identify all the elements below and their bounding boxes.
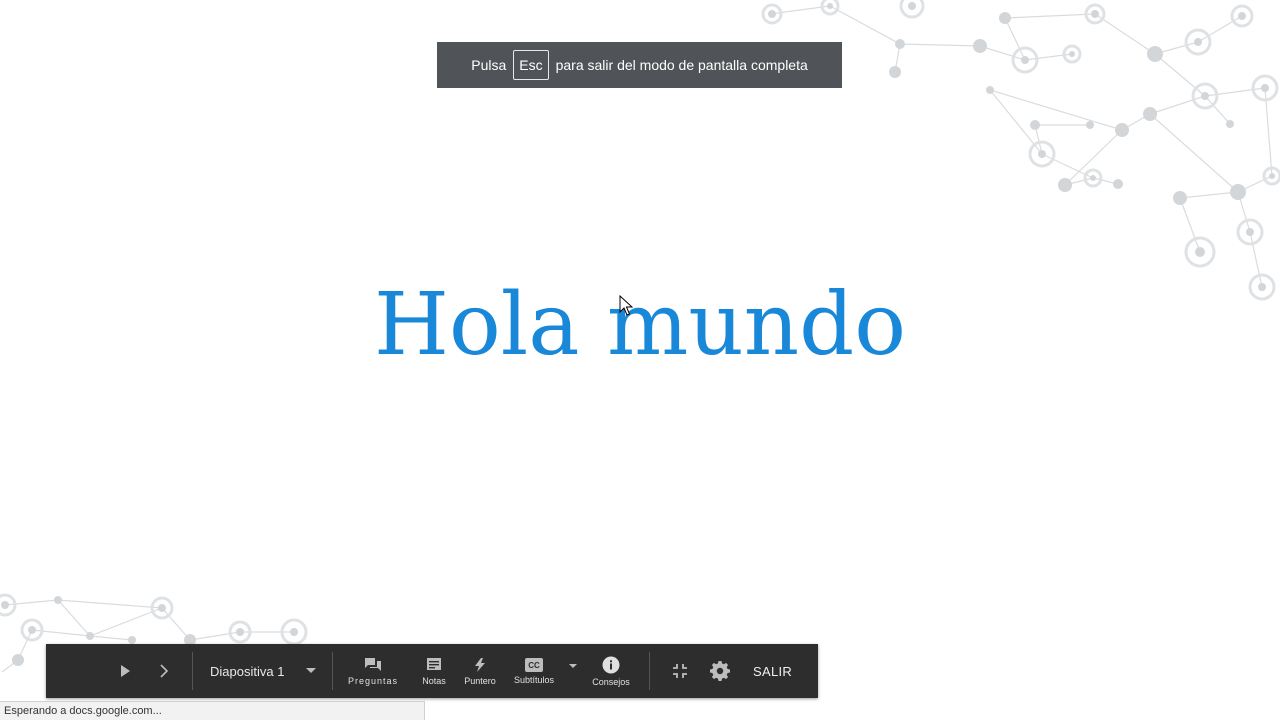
- exit-fullscreen-button[interactable]: [650, 664, 710, 678]
- captions-button[interactable]: CC Subtítulos: [500, 657, 568, 685]
- captions-label: Subtítulos: [513, 674, 555, 685]
- slide-canvas: Hola mundo: [0, 0, 1280, 720]
- dropdown-arrow-icon: [569, 663, 577, 668]
- tips-label: Consejos: [592, 676, 630, 687]
- play-button[interactable]: [108, 664, 142, 678]
- settings-button[interactable]: [710, 661, 730, 681]
- presenter-toolbar: Diapositiva 1 Preguntas Notas Puntero CC: [46, 644, 818, 698]
- fullscreen-exit-banner: Pulsa Esc para salir del modo de pantall…: [437, 42, 842, 88]
- esc-key-hint: Esc: [513, 50, 549, 80]
- exit-fullscreen-icon: [673, 664, 687, 678]
- slide-selector-label: Diapositiva 1: [210, 663, 285, 679]
- pointer-button[interactable]: Puntero: [460, 657, 500, 686]
- tips-button[interactable]: Consejos: [581, 656, 641, 687]
- exit-presentation-button[interactable]: SALIR: [753, 664, 792, 679]
- gear-icon: [710, 661, 730, 681]
- banner-suffix: para salir del modo de pantalla completa: [555, 57, 808, 73]
- notes-icon: [427, 657, 441, 670]
- questions-button[interactable]: Preguntas: [338, 657, 408, 686]
- svg-text:CC: CC: [528, 661, 540, 670]
- dropdown-arrow-icon: [306, 668, 317, 673]
- notes-label: Notas: [422, 675, 446, 686]
- banner-prefix: Pulsa: [471, 57, 507, 73]
- questions-label: Preguntas: [347, 675, 399, 686]
- notes-button[interactable]: Notas: [408, 657, 460, 686]
- chevron-right-icon: [160, 664, 169, 678]
- divider: [192, 652, 193, 690]
- play-icon: [121, 665, 130, 677]
- slide-selector[interactable]: Diapositiva 1: [210, 664, 332, 679]
- mouse-cursor-icon: [619, 295, 633, 316]
- divider: [332, 652, 333, 690]
- questions-icon: [365, 657, 381, 671]
- captions-icon: CC: [525, 657, 543, 672]
- pointer-label: Puntero: [464, 675, 496, 686]
- pointer-icon: [475, 657, 485, 672]
- slide-title: Hola mundo: [373, 275, 907, 375]
- captions-options-dropdown[interactable]: [568, 663, 578, 669]
- info-icon: [602, 656, 620, 673]
- status-bar: Esperando a docs.google.com...: [0, 701, 425, 720]
- next-slide-button[interactable]: [142, 664, 186, 678]
